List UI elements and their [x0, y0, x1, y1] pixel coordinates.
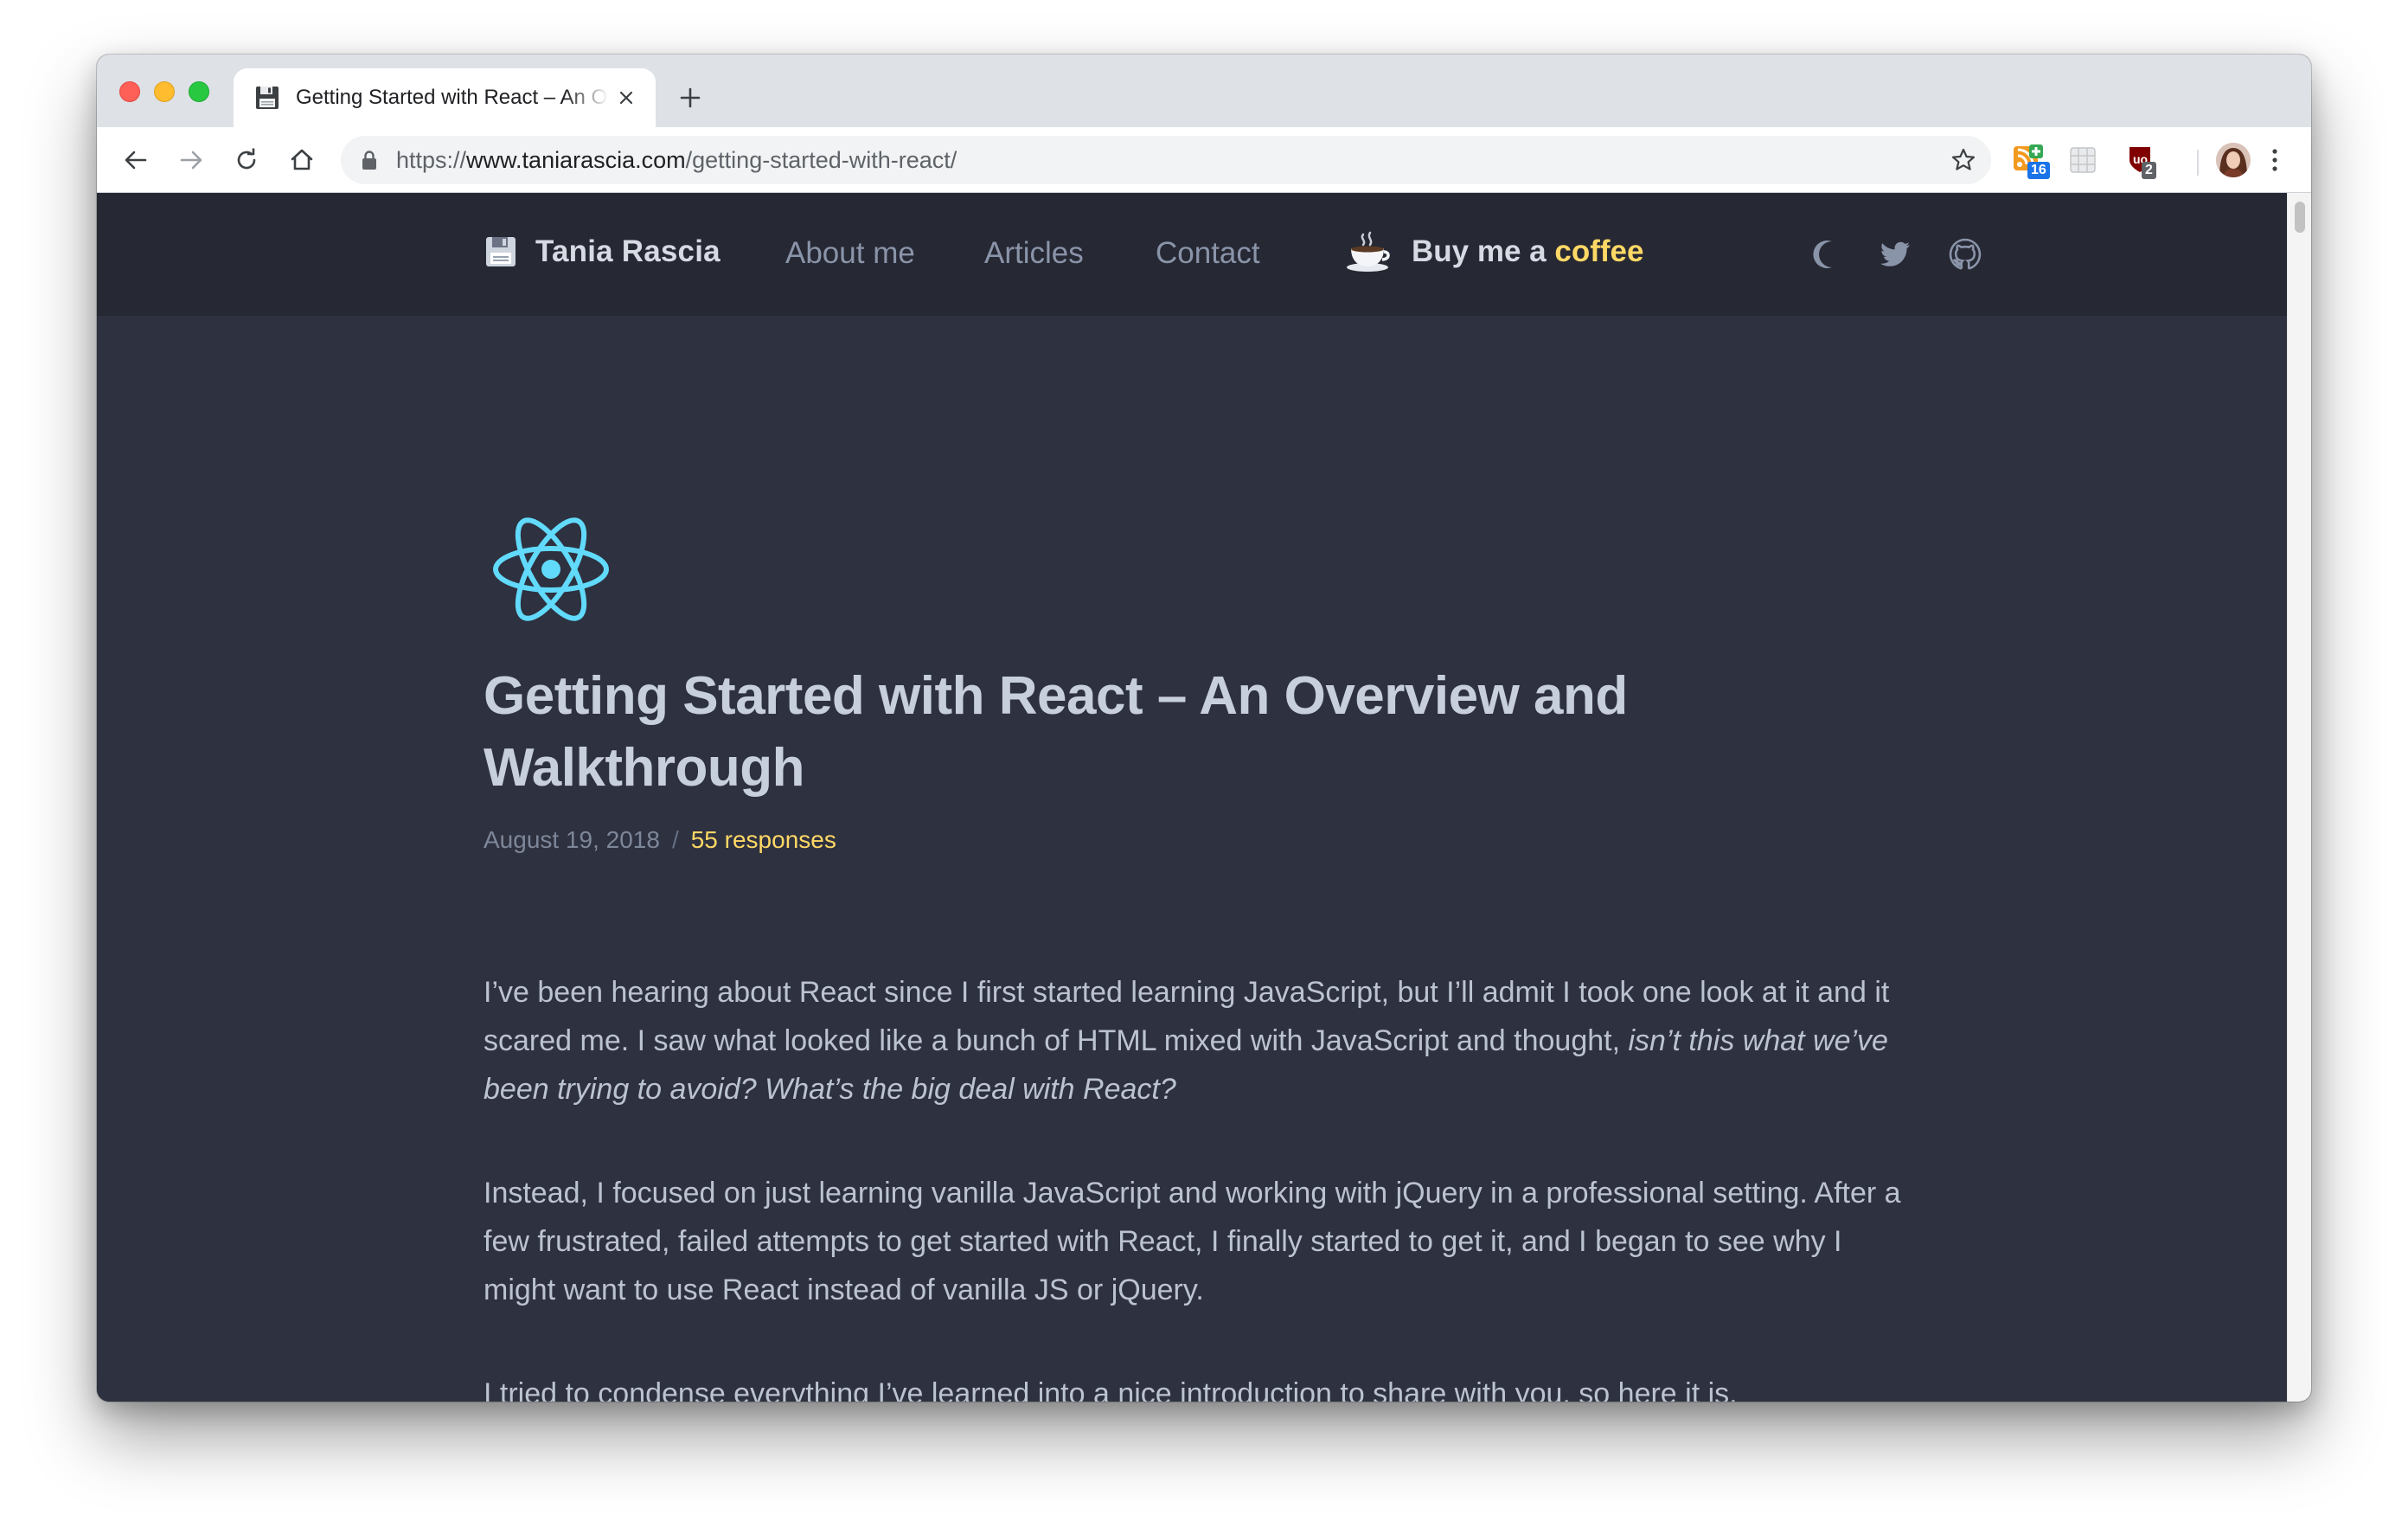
nav-link-contact[interactable]: Contact	[1156, 236, 1260, 271]
tab-title: Getting Started with React – An Overview…	[296, 86, 609, 109]
coffee-text: Buy me a coffee	[1412, 234, 1643, 269]
extension-rss[interactable]: 16	[2012, 143, 2050, 179]
star-icon	[1951, 148, 1976, 170]
reload-icon	[237, 148, 256, 170]
maximize-window-button[interactable]	[189, 81, 209, 102]
floppy-disk-icon	[486, 237, 516, 266]
new-tab-button[interactable]	[673, 80, 708, 115]
page-viewport: Tania Rascia About me Articles Contact B…	[97, 193, 2287, 1402]
home-button[interactable]	[284, 142, 320, 178]
url-host: www.taniarascia.com	[466, 147, 686, 173]
kebab-menu-icon	[2272, 149, 2277, 171]
address-bar[interactable]: https://www.taniarascia.com/getting-star…	[341, 136, 1991, 184]
coffee-prefix: Buy me a	[1412, 234, 1547, 268]
scrollbar-thumb[interactable]	[2295, 202, 2305, 233]
extension-badge: 2	[2142, 162, 2156, 179]
toolbar-divider	[2197, 150, 2199, 176]
moon-icon[interactable]	[1809, 237, 1844, 272]
post-paragraph: Instead, I focused on just learning vani…	[484, 1177, 1901, 1306]
extension-ublock[interactable]: uo 2	[2124, 143, 2159, 179]
tab-close-icon[interactable]	[614, 86, 638, 110]
post-title: Getting Started with React – An Overview…	[484, 666, 1628, 798]
browser-menu-button[interactable]	[2264, 143, 2285, 177]
nav-link-about[interactable]: About me	[785, 236, 915, 271]
close-window-button[interactable]	[119, 81, 140, 102]
arrow-left-icon	[125, 151, 147, 170]
site-brand-link[interactable]: Tania Rascia	[484, 234, 720, 269]
tab-strip: Getting Started with React – An Overview…	[97, 55, 2311, 127]
back-button[interactable]	[118, 142, 154, 178]
minimize-window-button[interactable]	[154, 81, 175, 102]
nav-link-articles[interactable]: Articles	[984, 236, 1084, 271]
arrow-right-icon	[180, 151, 202, 170]
tab-active[interactable]: Getting Started with React – An Overview…	[234, 68, 656, 127]
url-scheme: https://	[396, 147, 467, 173]
coffee-accent: coffee	[1554, 234, 1644, 268]
forward-button[interactable]	[173, 142, 209, 178]
plus-icon	[680, 87, 701, 108]
profile-avatar[interactable]	[2216, 143, 2251, 177]
home-icon	[291, 149, 313, 170]
browser-window: Getting Started with React – An Overview…	[97, 55, 2311, 1402]
post-meta: August 19, 2018 / 55 responses	[484, 826, 836, 854]
browser-toolbar: https://www.taniarascia.com/getting-star…	[97, 127, 2311, 193]
url-text: https://www.taniarascia.com/getting-star…	[396, 147, 957, 174]
page-scrollbar[interactable]	[2287, 193, 2311, 1402]
react-logo-icon	[493, 517, 609, 621]
twitter-icon[interactable]	[1879, 237, 1913, 272]
grid-extension-icon	[2070, 147, 2096, 173]
site-header: Tania Rascia About me Articles Contact B…	[97, 193, 2287, 316]
site-brand-name: Tania Rascia	[535, 234, 720, 268]
post-body: I’ve been hearing about React since I fi…	[484, 968, 1902, 1402]
bookmark-star-button[interactable]	[1948, 144, 1979, 176]
post-paragraph: I’ve been hearing about React since I fi…	[484, 968, 1902, 1113]
coffee-cup-icon	[1347, 231, 1390, 272]
url-path: /getting-started-with-react/	[685, 147, 957, 173]
reload-button[interactable]	[228, 142, 265, 178]
meta-separator: /	[671, 826, 679, 853]
responses-link[interactable]: 55 responses	[691, 826, 836, 853]
post-paragraph: I tried to condense everything I’ve lear…	[484, 1377, 1738, 1402]
buy-me-a-coffee-link[interactable]: Buy me a coffee	[1344, 231, 1643, 273]
extension-badge: 16	[2027, 162, 2050, 179]
avatar-icon	[2216, 143, 2251, 177]
lock-icon	[362, 151, 376, 170]
post-date: August 19, 2018	[484, 826, 660, 853]
extension-grid[interactable]	[2065, 143, 2100, 177]
github-icon[interactable]	[1948, 237, 1982, 272]
floppy-disk-icon	[256, 87, 279, 109]
